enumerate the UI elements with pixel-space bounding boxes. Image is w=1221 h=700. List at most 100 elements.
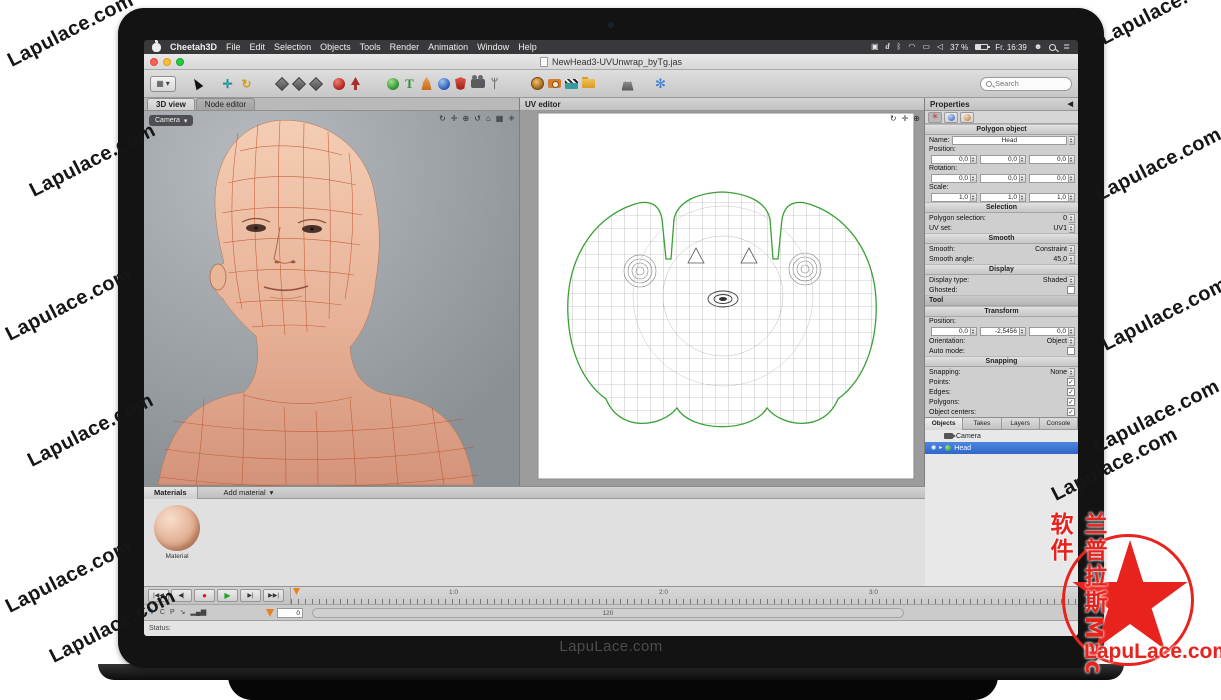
skeleton-tool-button[interactable]: ᛘ	[486, 75, 503, 92]
rotation-x-field[interactable]: 0,0	[931, 174, 971, 183]
wifi-icon[interactable]: ◠	[908, 43, 915, 51]
position-x-field[interactable]: 0,0	[931, 155, 971, 164]
smooth-value[interactable]: Constraint	[1035, 246, 1067, 253]
stepper[interactable]	[1069, 255, 1075, 264]
timeline-scrollbar[interactable]: 120	[312, 608, 904, 618]
stepper[interactable]	[971, 174, 977, 183]
stepper[interactable]	[1020, 327, 1026, 336]
text-tool-button[interactable]: T	[401, 75, 418, 92]
menu-item-window[interactable]: Window	[477, 42, 509, 52]
points-checkbox[interactable]: ✓	[1067, 378, 1075, 386]
stepper[interactable]	[1069, 214, 1075, 223]
weight-tool-button[interactable]	[619, 75, 636, 92]
stepper[interactable]	[1069, 276, 1075, 285]
tool-position-z-field[interactable]: 0,0	[1029, 327, 1069, 336]
spline-tool-button[interactable]	[418, 75, 435, 92]
menu-app-name[interactable]: Cheetah3D	[170, 42, 217, 52]
head-model[interactable]	[144, 111, 519, 486]
step-forward-button[interactable]: ▶|	[240, 589, 261, 602]
move-tool-button[interactable]: ✛	[219, 75, 236, 92]
tool-position-y-field[interactable]: -2,5456	[980, 327, 1020, 336]
materials-tab[interactable]: Materials	[144, 487, 198, 499]
rotate-tool-button[interactable]: ↻	[238, 75, 255, 92]
zoom-icon[interactable]: ⊕	[462, 114, 469, 123]
go-end-button[interactable]: ▶▶|	[263, 589, 284, 602]
menu-item-animation[interactable]: Animation	[428, 42, 468, 52]
sphere-tool-button[interactable]	[330, 75, 347, 92]
stepper[interactable]	[971, 155, 977, 164]
tab-tag-properties[interactable]	[960, 112, 974, 123]
polygon-selection-value[interactable]: 0	[1063, 215, 1067, 222]
scale-z-field[interactable]: 1,0	[1029, 193, 1069, 202]
menu-item-help[interactable]: Help	[518, 42, 537, 52]
record-button[interactable]: ●	[194, 589, 215, 602]
create-sphere-button[interactable]	[384, 75, 401, 92]
tab-3d-view[interactable]: 3D view	[147, 98, 195, 110]
add-material-button[interactable]: Add material ▾	[224, 488, 274, 497]
uv-mesh[interactable]	[520, 111, 924, 486]
tab-objects[interactable]: Objects	[925, 418, 963, 430]
stepper[interactable]	[971, 193, 977, 202]
zoom-icon[interactable]: ⊕	[913, 114, 920, 123]
scale-x-field[interactable]: 1,0	[931, 193, 971, 202]
window-title-bar[interactable]: NewHead3-UVUnwrap_byTg.jas	[144, 54, 1078, 70]
orbit-icon[interactable]: ↻	[890, 114, 897, 123]
current-frame-field[interactable]: 0	[277, 608, 303, 618]
stepper[interactable]	[1020, 174, 1026, 183]
object-centers-checkbox[interactable]: ✓	[1067, 408, 1075, 416]
camera-selector[interactable]: Camera ▾	[149, 115, 193, 126]
view3d-viewport[interactable]: Camera ▾ ↻ ✛ ⊕ ↺ ⌂ ▦ ✳	[144, 111, 519, 486]
ghosted-checkbox[interactable]	[1067, 286, 1075, 294]
grid-view-icon[interactable]: ▦	[496, 114, 504, 123]
render-button[interactable]	[529, 75, 546, 92]
particles-button[interactable]: ✻	[652, 75, 669, 92]
select-tool-button[interactable]	[188, 75, 205, 92]
list-item-camera[interactable]: Camera	[925, 430, 1078, 442]
docker-status-icon[interactable]: d	[886, 43, 890, 51]
zoom-button[interactable]	[176, 58, 184, 66]
search-input[interactable]	[995, 79, 1065, 88]
stepper[interactable]	[1069, 368, 1075, 377]
orbit-icon[interactable]: ↻	[439, 114, 446, 123]
reset-view-icon[interactable]: ↺	[474, 114, 481, 123]
position-z-field[interactable]: 0,0	[1029, 155, 1069, 164]
stepper[interactable]	[1069, 155, 1075, 164]
menu-clock[interactable]: Fr. 16:39	[995, 43, 1027, 52]
uv-set-value[interactable]: UV1	[1053, 225, 1067, 232]
pan-icon[interactable]: ✛	[451, 114, 458, 123]
edges-checkbox[interactable]: ✓	[1067, 388, 1075, 396]
polygons-checkbox[interactable]: ✓	[1067, 398, 1075, 406]
rotation-y-field[interactable]: 0,0	[980, 174, 1020, 183]
stepper[interactable]	[1069, 136, 1075, 145]
stepper[interactable]	[1069, 224, 1075, 233]
timeline-chart-icon[interactable]: ▂▄▆	[190, 609, 206, 616]
user-icon[interactable]: ☻	[1034, 43, 1042, 51]
apple-menu-icon[interactable]	[152, 43, 161, 52]
airplay-icon[interactable]: ▭	[922, 43, 930, 51]
timeline-arrow-icon[interactable]: ↘	[180, 609, 186, 616]
render-camera-button[interactable]	[546, 75, 563, 92]
playhead-marker[interactable]	[266, 609, 274, 617]
name-field[interactable]: Head	[952, 136, 1067, 145]
menu-item-render[interactable]: Render	[390, 42, 420, 52]
camera-object-button[interactable]	[469, 75, 486, 92]
library-button[interactable]	[580, 75, 597, 92]
scale-y-field[interactable]: 1,0	[980, 193, 1020, 202]
tab-material-properties[interactable]	[944, 112, 958, 123]
smooth-angle-value[interactable]: 45,0	[1053, 256, 1067, 263]
metaball-tool-button[interactable]	[435, 75, 452, 92]
spotlight-search-icon[interactable]	[1049, 44, 1056, 51]
menu-item-objects[interactable]: Objects	[320, 42, 351, 52]
tab-console[interactable]: Console	[1040, 418, 1078, 430]
tab-layers[interactable]: Layers	[1002, 418, 1040, 430]
viewport-layout-button[interactable]: ▦ ▾	[150, 76, 176, 92]
close-button[interactable]	[150, 58, 158, 66]
stepper[interactable]	[1069, 174, 1075, 183]
timeline-start-marker[interactable]	[293, 588, 300, 595]
tab-node-editor[interactable]: Node editor	[196, 98, 255, 110]
orientation-value[interactable]: Object	[1047, 338, 1067, 345]
home-view-icon[interactable]: ⌂	[486, 114, 491, 123]
polygon-mode-button-3[interactable]	[307, 75, 324, 92]
menu-item-tools[interactable]: Tools	[360, 42, 381, 52]
material-sphere-preview[interactable]	[154, 505, 200, 551]
